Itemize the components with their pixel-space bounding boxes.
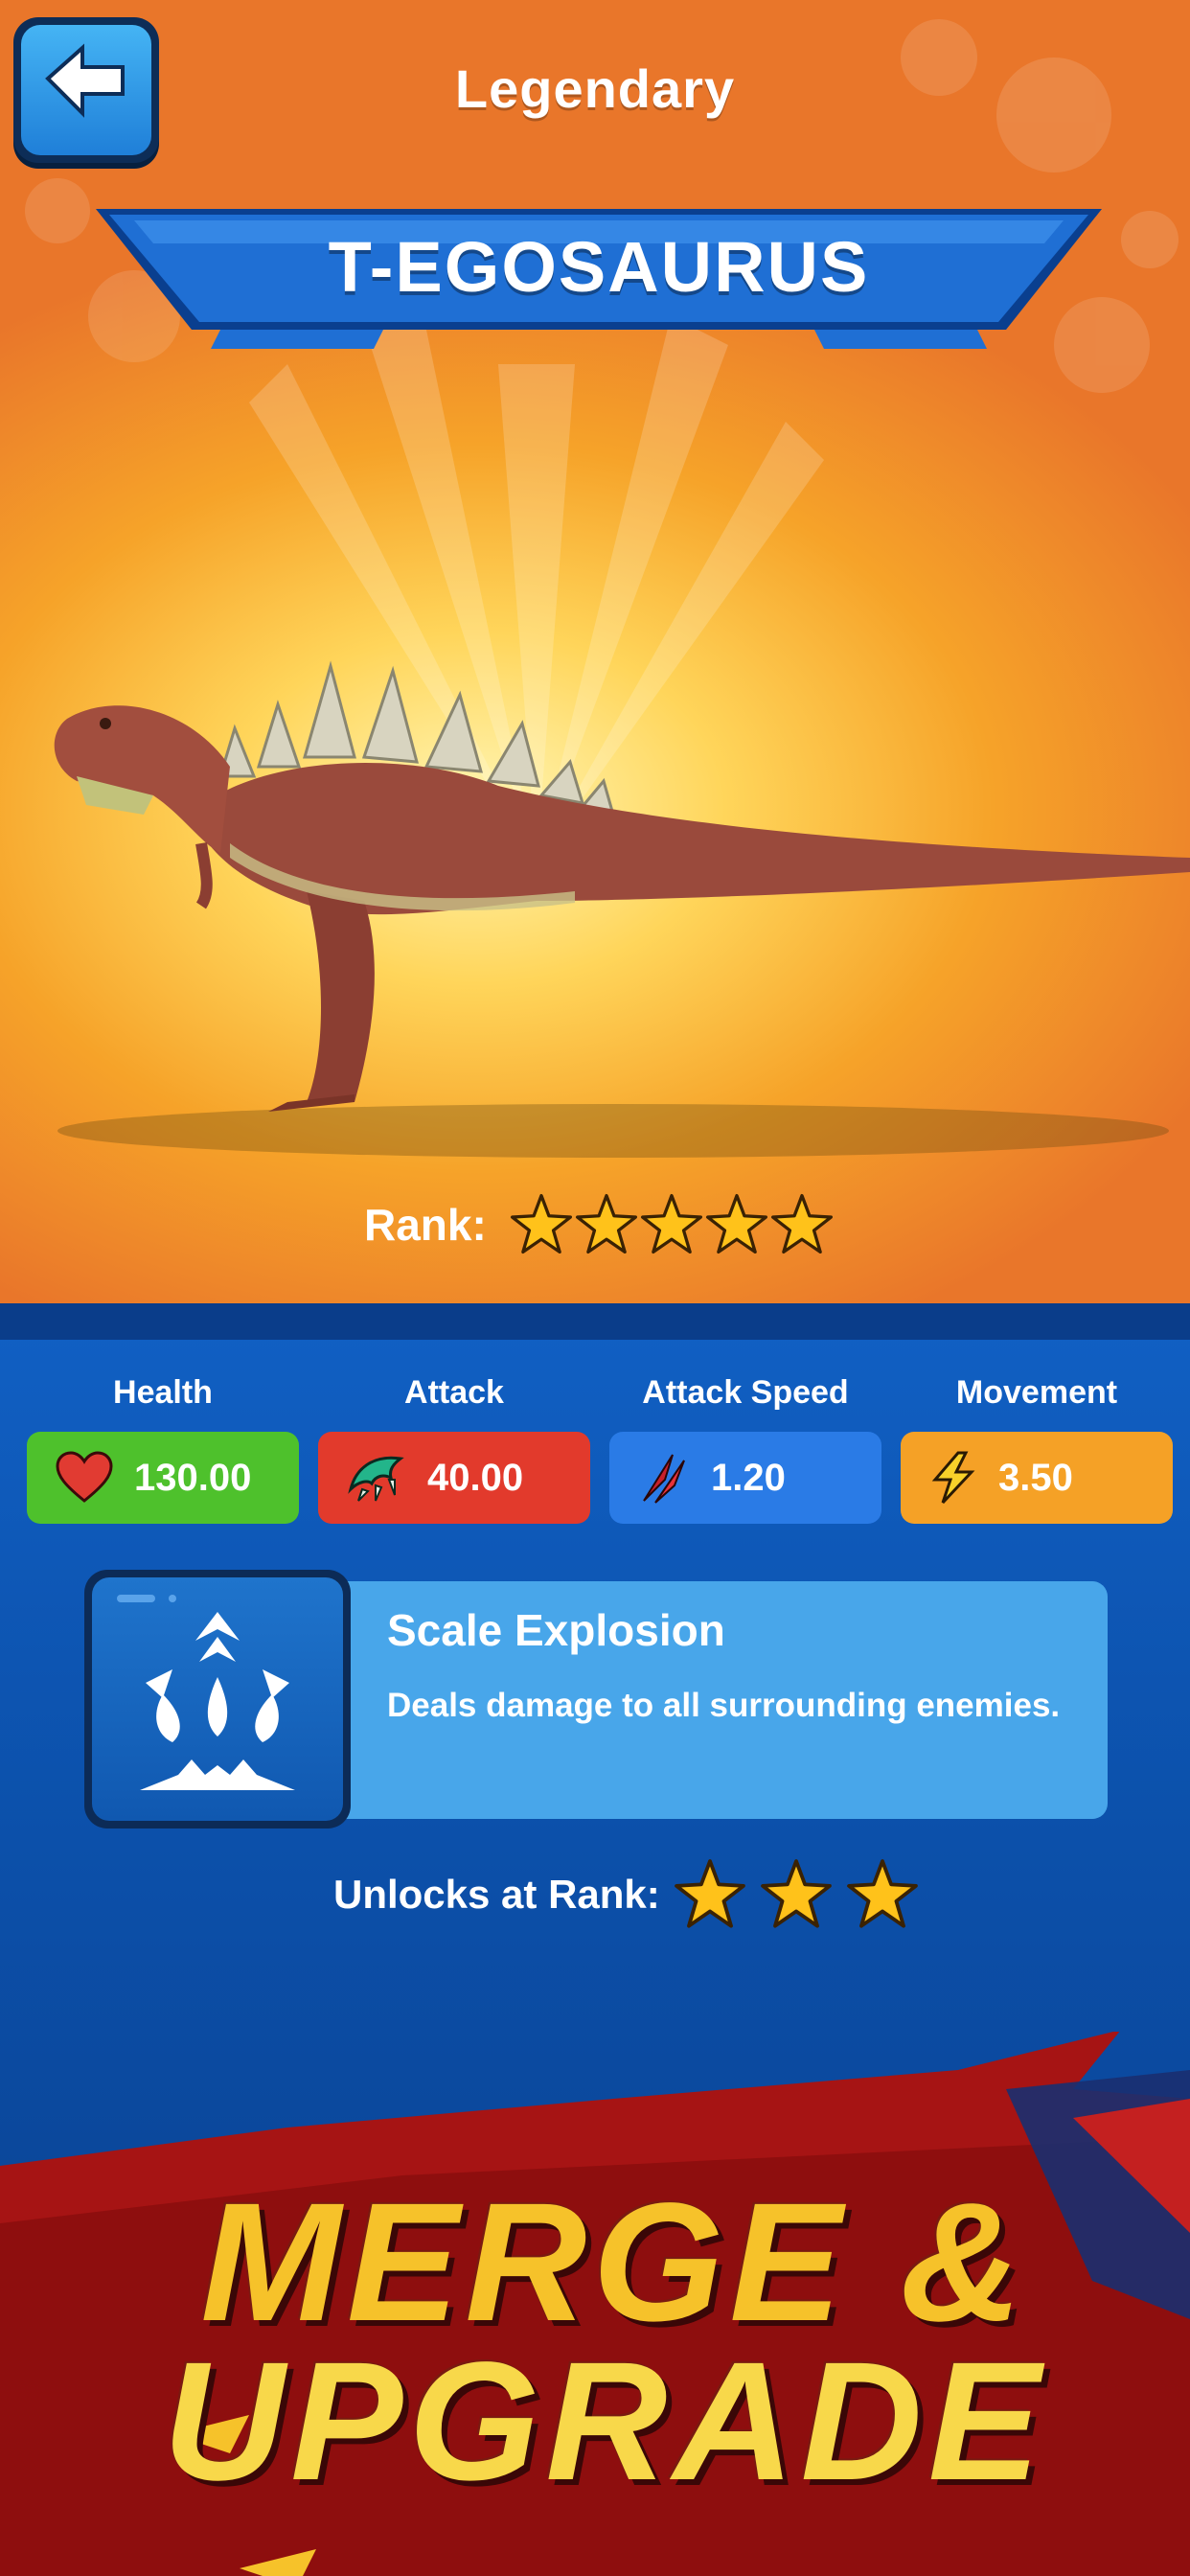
stats-panel: Health 130.00 Attack 40.00 Attack Speed … bbox=[0, 1303, 1190, 2576]
stat-movement-value: 3.50 bbox=[998, 1456, 1073, 1499]
unlock-label: Unlocks at Rank: bbox=[333, 1872, 660, 1917]
ability-icon-frame bbox=[84, 1570, 351, 1828]
star-icon bbox=[674, 1859, 745, 1928]
slash-icon bbox=[643, 1454, 685, 1504]
stat-attack-value: 40.00 bbox=[427, 1456, 524, 1499]
stat-label-attack: Attack bbox=[404, 1374, 504, 1411]
stat-attack: 40.00 bbox=[318, 1432, 590, 1524]
stat-movement: 3.50 bbox=[901, 1432, 1173, 1524]
hero-area: Legendary T-EGOSAURUS Rank: bbox=[0, 0, 1190, 1303]
dino-name: T-EGOSAURUS bbox=[328, 227, 870, 307]
stat-attack-speed-value: 1.20 bbox=[711, 1456, 786, 1499]
star-icon bbox=[640, 1193, 702, 1254]
star-icon bbox=[705, 1193, 767, 1254]
rank-row: Rank: bbox=[364, 1186, 834, 1263]
unlock-stars bbox=[674, 1858, 919, 1931]
stat-health-value: 130.00 bbox=[134, 1456, 252, 1499]
stat-label-movement: Movement bbox=[955, 1374, 1118, 1411]
rarity-label: Legendary bbox=[454, 58, 736, 119]
star-icon bbox=[760, 1859, 832, 1928]
dinosaur-model bbox=[54, 660, 1190, 1158]
star-icon bbox=[770, 1193, 833, 1254]
rank-stars bbox=[510, 1193, 834, 1256]
lightning-icon bbox=[931, 1451, 975, 1505]
stat-label-attack-speed: Attack Speed bbox=[642, 1374, 849, 1411]
claw-icon bbox=[348, 1456, 404, 1502]
stat-label-health: Health bbox=[113, 1374, 213, 1411]
unlock-row: Unlocks at Rank: bbox=[333, 1852, 919, 1938]
star-icon bbox=[510, 1193, 572, 1254]
heart-icon bbox=[56, 1451, 113, 1503]
promo-line-2: UPGRADE bbox=[162, 2328, 1047, 2516]
ability-description: Deals damage to all surrounding enemies. bbox=[387, 1687, 1061, 1724]
ability-name: Scale Explosion bbox=[387, 1605, 725, 1655]
explosion-icon bbox=[117, 1595, 295, 1790]
rank-label: Rank: bbox=[364, 1200, 487, 1250]
star-icon bbox=[575, 1193, 637, 1254]
stat-health: 130.00 bbox=[27, 1432, 299, 1524]
star-icon bbox=[846, 1859, 918, 1928]
stat-attack-speed: 1.20 bbox=[609, 1432, 881, 1524]
